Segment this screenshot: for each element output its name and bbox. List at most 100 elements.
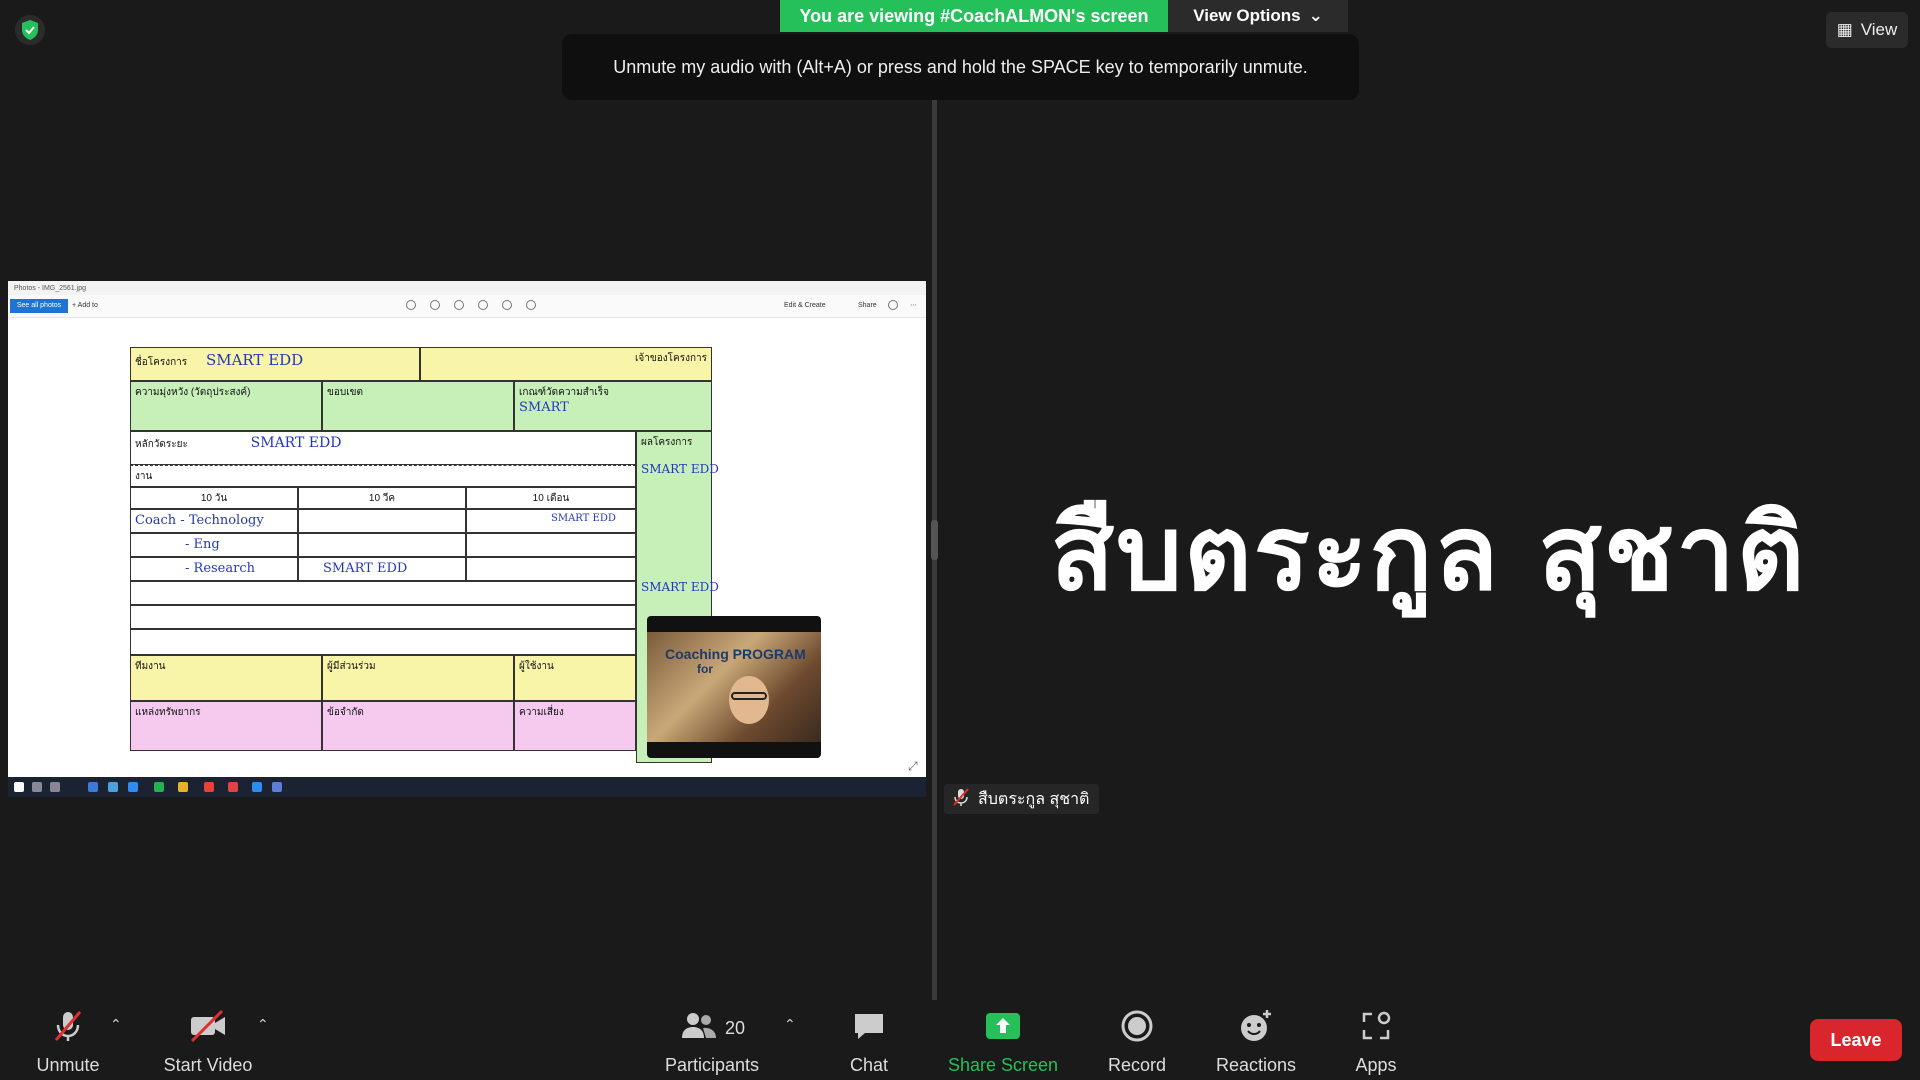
row-extra (130, 605, 636, 629)
row-integrated (130, 581, 636, 605)
chat-button[interactable]: Chat (809, 1008, 929, 1076)
zoom-app-icon[interactable] (252, 782, 262, 792)
row-eng-col2 (298, 533, 466, 557)
print-icon[interactable] (888, 300, 898, 310)
reactions-button[interactable]: Reactions (1196, 1008, 1316, 1076)
audio-options-caret-icon[interactable]: ⌃ (110, 1016, 122, 1033)
result-label: ผลโครงการ (641, 437, 693, 448)
folder-icon[interactable] (178, 782, 188, 792)
row-research-col2: SMART EDD (298, 557, 466, 581)
start-video-label: Start Video (163, 1055, 253, 1075)
apps-button[interactable]: Apps (1316, 1008, 1436, 1076)
kpi-label: เกณฑ์วัดความสำเร็จ (519, 387, 610, 398)
line-app-icon[interactable] (154, 782, 164, 792)
view-button[interactable]: ▦ View (1826, 12, 1908, 48)
windows-taskbar (8, 777, 926, 797)
row-coach-text: Coach - Technology (135, 513, 264, 528)
muted-mic-icon (50, 1008, 86, 1049)
row-research: - Research (130, 557, 298, 581)
participants-form-label: ผู้มีส่วนร่วม (322, 655, 514, 701)
chat-icon (851, 1008, 887, 1049)
leave-button[interactable]: Leave (1810, 1019, 1902, 1061)
constraints-label: ข้อจำกัด (322, 701, 514, 751)
team-label: ทีมงาน (130, 655, 322, 701)
scope-label: ขอบเขต (322, 381, 514, 431)
work-label: งาน (135, 471, 153, 482)
share-button[interactable]: Share (858, 299, 877, 313)
photos-app-icon[interactable] (272, 782, 282, 792)
handwritten-project-form: ชื่อโครงการ SMART EDD เจ้าของโครงการ ควา… (130, 347, 719, 763)
project-name-value: SMART EDD (205, 351, 304, 369)
app-icon[interactable] (128, 782, 138, 792)
row-eng-text: - Eng (185, 537, 220, 552)
col-10-days: 10 วัน (130, 487, 298, 509)
project-name-cell: ชื่อโครงการ SMART EDD (130, 347, 420, 381)
row-research-text: - Research (185, 561, 255, 576)
app-icon[interactable] (228, 782, 238, 792)
security-shield-icon[interactable] (14, 14, 46, 46)
row-coach: Coach - Technology (130, 509, 298, 533)
owner-cell: เจ้าของโครงการ (420, 347, 712, 381)
windows-start-icon[interactable] (14, 782, 24, 792)
viewing-screen-banner: You are viewing #CoachALMON's screen (780, 0, 1168, 32)
cam-banner-sub: for (697, 662, 713, 676)
participants-label: Participants (664, 1055, 760, 1075)
video-off-icon (188, 1008, 228, 1049)
start-video-button[interactable]: Start Video (148, 1008, 268, 1076)
more-icon[interactable]: ⋯ (910, 299, 917, 313)
search-icon[interactable] (32, 782, 42, 792)
expand-icon[interactable]: ⤢ (908, 759, 918, 774)
row-blank (130, 629, 636, 655)
apps-icon (1358, 1008, 1394, 1049)
video-options-caret-icon[interactable]: ⌃ (257, 1016, 269, 1033)
unmute-tooltip: Unmute my audio with (Alt+A) or press an… (562, 34, 1359, 100)
cam-banner-title: Coaching PROGRAM (665, 646, 806, 662)
share-screen-label: Share Screen (947, 1055, 1059, 1075)
users-label: ผู้ใช้งาน (514, 655, 636, 701)
zoom-in-icon[interactable] (406, 300, 416, 310)
add-to-button[interactable]: + Add to (72, 299, 98, 313)
work-row: งาน (130, 465, 636, 487)
crop-icon[interactable] (526, 300, 536, 310)
project-name-label: ชื่อโครงการ (135, 357, 188, 368)
delete-icon[interactable] (454, 300, 464, 310)
row-eng: - Eng (130, 533, 298, 557)
task-view-icon[interactable] (50, 782, 60, 792)
goal-label: ความมุ่งหวัง (วัตถุประสงค์) (130, 381, 322, 431)
zoom-out-icon[interactable] (430, 300, 440, 310)
participants-caret-icon[interactable]: ⌃ (784, 1016, 796, 1033)
see-all-photos-button[interactable]: See all photos (10, 299, 68, 313)
kpi-cell: เกณฑ์วัดความสำเร็จ SMART (514, 381, 712, 431)
participants-icon (679, 1008, 719, 1049)
kpi-value: SMART (519, 400, 569, 415)
col-10-weeks: 10 วีค (298, 487, 466, 509)
milestone-cell: หลักวัดระยะ SMART EDD (130, 431, 636, 465)
row-research-col3 (466, 557, 636, 581)
reactions-label: Reactions (1215, 1055, 1297, 1075)
chevron-down-icon: ⌄ (1308, 6, 1323, 25)
record-button[interactable]: Record (1077, 1008, 1197, 1076)
col-10-months: 10 เดือน (466, 487, 636, 509)
result-value: SMART EDD (641, 462, 719, 476)
chrome-icon[interactable] (204, 782, 214, 792)
presenter-video-thumbnail[interactable]: Coaching PROGRAM for (647, 616, 821, 758)
result-smart-value: SMART EDD (641, 580, 719, 594)
app-icon[interactable] (108, 782, 118, 792)
view-options-dropdown[interactable]: View Options ⌄ (1168, 0, 1348, 32)
rotate-icon[interactable] (502, 300, 512, 310)
apps-label: Apps (1355, 1055, 1397, 1075)
unmute-label: Unmute (36, 1055, 100, 1075)
app-icon[interactable] (88, 782, 98, 792)
muted-mic-icon (952, 787, 970, 812)
edit-create-button[interactable]: Edit & Create (784, 299, 826, 313)
participants-button[interactable]: 20 Participants (652, 1008, 772, 1076)
participant-display-name: สืบตระกูล สุชาติ (1050, 492, 1807, 614)
row-coach-col2 (298, 509, 466, 533)
share-screen-button[interactable]: Share Screen (943, 1008, 1063, 1076)
favorite-icon[interactable] (478, 300, 488, 310)
resources-label: แหล่งทรัพยากร (130, 701, 322, 751)
risk-label: ความเสี่ยง (514, 701, 636, 751)
row-eng-col3 (466, 533, 636, 557)
milestone-value: SMART EDD (250, 435, 342, 451)
participants-count: 20 (724, 1018, 746, 1038)
